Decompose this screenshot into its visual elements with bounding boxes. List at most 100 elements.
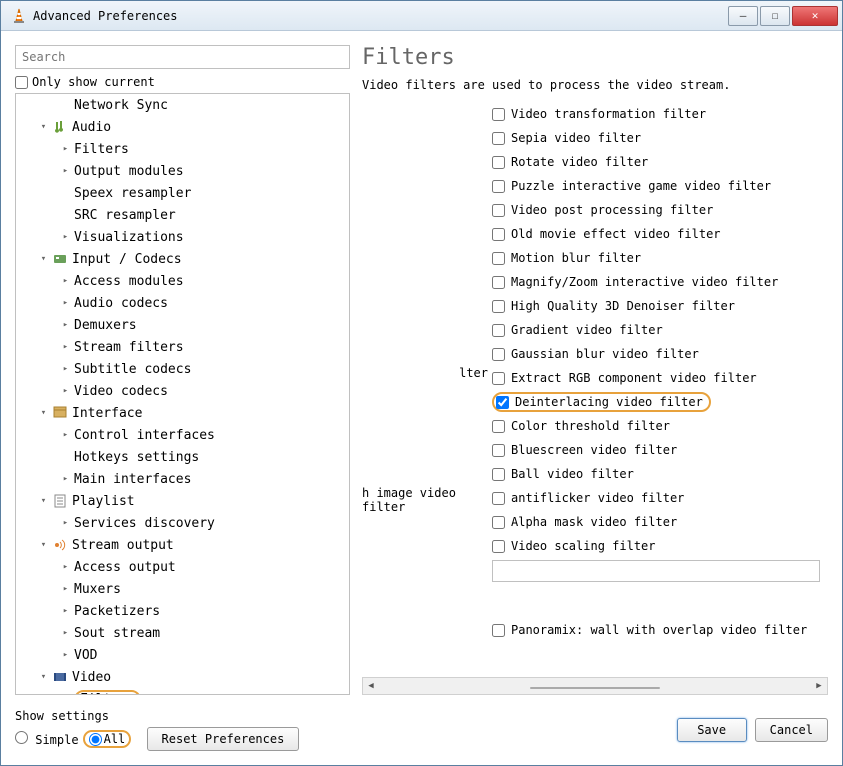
tree-item[interactable]: ▸Audio codecs <box>16 292 349 314</box>
expander-icon[interactable]: ▸ <box>60 386 71 397</box>
category-tree[interactable]: Network Sync▾Audio▸Filters▸Output module… <box>15 93 350 695</box>
filter-checkbox-row[interactable]: Alpha mask video filter <box>492 510 820 534</box>
expander-icon[interactable]: ▾ <box>38 122 49 133</box>
filter-checkbox-row[interactable]: Sepia video filter <box>492 126 820 150</box>
filter-checkbox[interactable] <box>492 624 505 637</box>
expander-icon[interactable]: ▾ <box>38 408 49 419</box>
close-button[interactable]: ✕ <box>792 6 838 26</box>
tree-item[interactable]: SRC resampler <box>16 204 349 226</box>
filter-checkbox-row[interactable]: Bluescreen video filter <box>492 438 820 462</box>
filter-checkbox-row[interactable]: Puzzle interactive game video filter <box>492 174 820 198</box>
expander-icon[interactable]: ▸ <box>60 342 71 353</box>
expander-icon[interactable]: ▸ <box>60 650 71 661</box>
filter-checkbox[interactable] <box>492 444 505 457</box>
filter-checkbox[interactable] <box>492 300 505 313</box>
expander-icon[interactable] <box>60 452 71 463</box>
tree-item[interactable]: ▸Demuxers <box>16 314 349 336</box>
filter-checkbox[interactable] <box>492 324 505 337</box>
expander-icon[interactable]: ▸ <box>60 474 71 485</box>
minimize-button[interactable]: — <box>728 6 758 26</box>
filter-checkbox-row[interactable]: Ball video filter <box>492 462 820 486</box>
tree-item[interactable]: ▸VOD <box>16 644 349 666</box>
tree-item[interactable]: ▸Stream filters <box>16 336 349 358</box>
filter-checkbox-row[interactable]: Video scaling filter <box>492 534 820 558</box>
expander-icon[interactable]: ▸ <box>60 166 71 177</box>
filter-checkbox[interactable] <box>492 156 505 169</box>
tree-item[interactable]: ▸Main interfaces <box>16 468 349 490</box>
filter-checkbox-row[interactable]: Rotate video filter <box>492 150 820 174</box>
filter-checkbox[interactable] <box>492 492 505 505</box>
filter-checkbox-row[interactable]: Gaussian blur video filter <box>492 342 820 366</box>
tree-item[interactable]: ▸Video codecs <box>16 380 349 402</box>
filter-checkbox[interactable] <box>496 396 509 409</box>
tree-item[interactable]: ▸Control interfaces <box>16 424 349 446</box>
expander-icon[interactable] <box>60 100 71 111</box>
filter-checkbox-row[interactable]: Extract RGB component video filter <box>492 366 820 390</box>
filter-checkbox[interactable] <box>492 204 505 217</box>
filter-checkbox[interactable] <box>492 540 505 553</box>
expander-icon[interactable]: ▸ <box>60 694 71 696</box>
expander-icon[interactable]: ▸ <box>60 232 71 243</box>
only-show-current-checkbox[interactable] <box>15 76 28 89</box>
reset-preferences-button[interactable]: Reset Preferences <box>147 727 300 751</box>
expander-icon[interactable]: ▸ <box>60 628 71 639</box>
filter-checkbox[interactable] <box>492 252 505 265</box>
panoramix-row[interactable]: Panoramix: wall with overlap video filte… <box>492 618 820 642</box>
filter-checkbox[interactable] <box>492 372 505 385</box>
expander-icon[interactable]: ▸ <box>60 276 71 287</box>
expander-icon[interactable]: ▸ <box>60 518 71 529</box>
filter-checkbox-row[interactable]: Old movie effect video filter <box>492 222 820 246</box>
filter-checkbox[interactable] <box>492 420 505 433</box>
expander-icon[interactable]: ▸ <box>60 584 71 595</box>
tree-item[interactable]: Speex resampler <box>16 182 349 204</box>
tree-item[interactable]: ▸Filters <box>16 138 349 160</box>
tree-item[interactable]: ▸Services discovery <box>16 512 349 534</box>
expander-icon[interactable]: ▾ <box>38 540 49 551</box>
filter-checkbox-row[interactable]: Video post processing filter <box>492 198 820 222</box>
tree-item[interactable]: Network Sync <box>16 94 349 116</box>
scroll-right-arrow[interactable]: ▶ <box>811 678 827 694</box>
expander-icon[interactable]: ▸ <box>60 562 71 573</box>
search-input[interactable] <box>15 45 350 69</box>
expander-icon[interactable]: ▸ <box>60 144 71 155</box>
filter-checkbox[interactable] <box>492 276 505 289</box>
tree-item[interactable]: ▸Output modules <box>16 160 349 182</box>
tree-item[interactable]: ▾Playlist <box>16 490 349 512</box>
horizontal-scrollbar[interactable]: ◀ ▶ <box>362 677 828 695</box>
tree-item[interactable]: Hotkeys settings <box>16 446 349 468</box>
filter-checkbox-row[interactable]: Magnify/Zoom interactive video filter <box>492 270 820 294</box>
tree-item[interactable]: ▾Stream output <box>16 534 349 556</box>
mode-all[interactable]: All <box>83 730 132 748</box>
expander-icon[interactable]: ▸ <box>60 430 71 441</box>
expander-icon[interactable]: ▾ <box>38 672 49 683</box>
maximize-button[interactable]: ☐ <box>760 6 790 26</box>
tree-item[interactable]: ▸Packetizers <box>16 600 349 622</box>
tree-item[interactable]: ▾Interface <box>16 402 349 424</box>
expander-icon[interactable]: ▸ <box>60 298 71 309</box>
expander-icon[interactable]: ▸ <box>60 606 71 617</box>
tree-item[interactable]: ▸Access output <box>16 556 349 578</box>
filter-checkbox[interactable] <box>492 348 505 361</box>
expander-icon[interactable]: ▾ <box>38 254 49 265</box>
expander-icon[interactable]: ▸ <box>60 320 71 331</box>
scroll-thumb[interactable] <box>530 687 660 689</box>
tree-item[interactable]: ▸Access modules <box>16 270 349 292</box>
tree-item[interactable]: ▸Muxers <box>16 578 349 600</box>
save-button[interactable]: Save <box>677 718 747 742</box>
filter-checkbox[interactable] <box>492 228 505 241</box>
expander-icon[interactable] <box>60 210 71 221</box>
only-show-current[interactable]: Only show current <box>15 75 350 89</box>
filter-checkbox[interactable] <box>492 180 505 193</box>
tree-item[interactable]: ▾Audio <box>16 116 349 138</box>
tree-item[interactable]: ▾Video <box>16 666 349 688</box>
tree-item[interactable]: ▸Visualizations <box>16 226 349 248</box>
tree-item[interactable]: ▸Filters <box>16 688 349 695</box>
filter-checkbox-row[interactable]: Video transformation filter <box>492 102 820 126</box>
expander-icon[interactable]: ▸ <box>60 364 71 375</box>
filter-checkbox[interactable] <box>492 468 505 481</box>
filter-checkbox-row[interactable]: Color threshold filter <box>492 414 820 438</box>
expander-icon[interactable]: ▾ <box>38 496 49 507</box>
filter-text-input[interactable] <box>492 560 820 582</box>
expander-icon[interactable] <box>60 188 71 199</box>
mode-simple[interactable]: Simple <box>15 731 79 747</box>
